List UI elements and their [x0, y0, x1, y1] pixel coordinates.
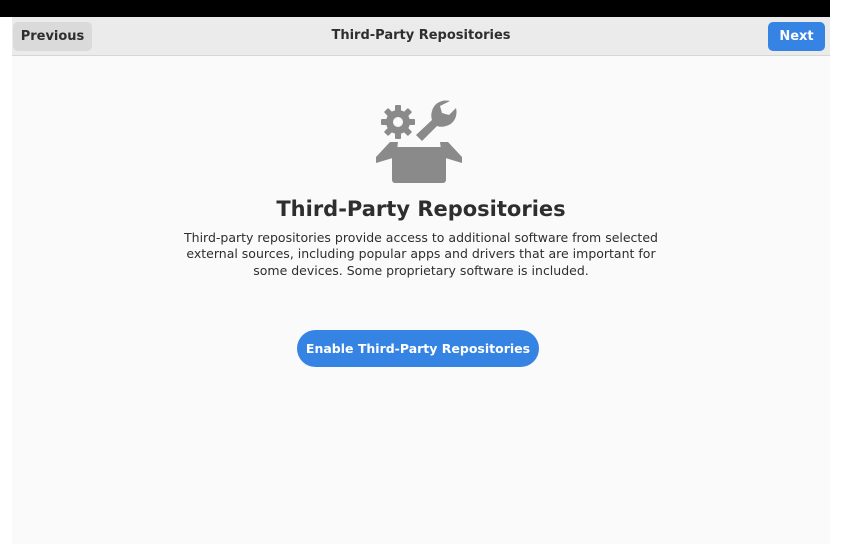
- next-button[interactable]: Next: [768, 22, 825, 51]
- setup-window: Previous Third-Party Repositories Next T…: [12, 17, 830, 544]
- tools-box-icon: [376, 97, 462, 183]
- description-text: Third-party repositories provide access …: [184, 230, 658, 278]
- page-title: Third-Party Repositories: [276, 197, 566, 221]
- enable-repositories-button[interactable]: Enable Third-Party Repositories: [297, 330, 539, 367]
- top-bar: [0, 0, 830, 17]
- header-bar: Previous Third-Party Repositories Next: [12, 17, 830, 56]
- header-title: Third-Party Repositories: [331, 28, 511, 43]
